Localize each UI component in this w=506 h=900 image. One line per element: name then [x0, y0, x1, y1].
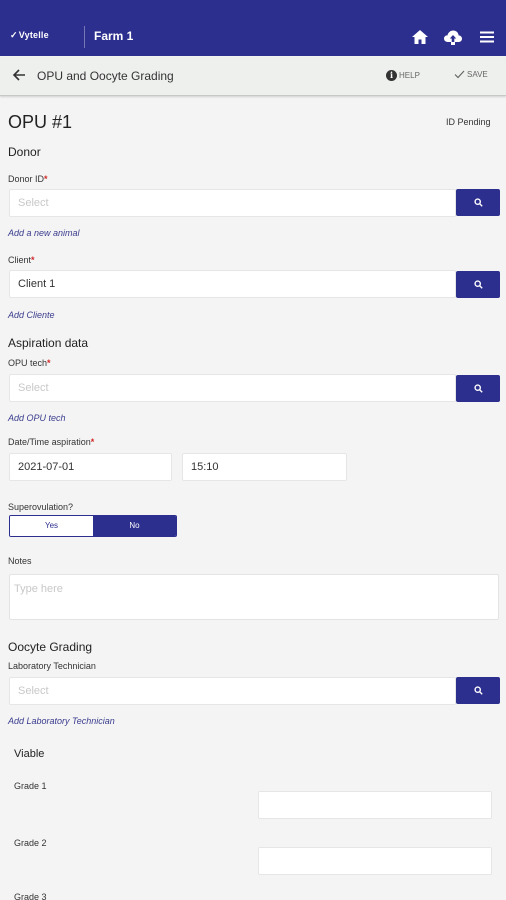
sub-toolbar: OPU and Oocyte Grading i HELP SAVE: [0, 57, 506, 96]
search-icon: [473, 280, 483, 289]
opu-tech-select[interactable]: Select: [9, 374, 456, 402]
app-bar: ✓Vytelle Farm 1: [0, 0, 506, 56]
cloud-upload-icon[interactable]: [442, 28, 464, 46]
client-search-button[interactable]: [456, 271, 500, 298]
lab-tech-label: Laboratory Technician: [8, 661, 96, 671]
add-client-link[interactable]: Add Cliente: [8, 310, 55, 320]
search-icon: [473, 384, 483, 393]
grade-2-input[interactable]: [258, 847, 492, 875]
grade-1-input[interactable]: [258, 791, 492, 819]
save-button[interactable]: SAVE: [454, 70, 488, 79]
donor-search-button[interactable]: [456, 189, 500, 216]
search-icon: [473, 198, 483, 207]
notes-label: Notes: [8, 556, 32, 566]
donor-id-label: Donor ID*: [8, 174, 48, 184]
vytelle-logo-icon: ✓: [10, 30, 18, 40]
viable-label: Viable: [14, 748, 45, 760]
donor-section-title: Donor: [8, 145, 41, 159]
required-mark: *: [31, 255, 35, 265]
donor-id-label-text: Donor ID: [8, 174, 45, 184]
search-icon: [473, 686, 483, 695]
home-icon[interactable]: [409, 28, 431, 46]
menu-icon[interactable]: [476, 28, 498, 46]
required-mark: *: [44, 174, 48, 184]
donor-id-select[interactable]: Select: [9, 189, 456, 217]
page-title: OPU #1: [8, 112, 73, 132]
datetime-label: Date/Time aspiration*: [8, 437, 94, 447]
checkmark-icon: [454, 70, 465, 79]
datetime-label-text: Date/Time aspiration: [8, 437, 91, 447]
opu-tech-label: OPU tech*: [8, 358, 51, 368]
client-label: Client*: [8, 255, 35, 265]
grade-2-label: Grade 2: [14, 838, 47, 848]
grade-3-label: Grade 3: [14, 892, 47, 900]
help-button[interactable]: i HELP: [386, 70, 420, 81]
brand-name: Vytelle: [18, 30, 49, 40]
opu-tech-search-button[interactable]: [456, 375, 500, 402]
time-field[interactable]: 15:10: [182, 453, 347, 481]
screen-title: OPU and Oocyte Grading: [37, 69, 174, 83]
date-field[interactable]: 2021-07-01: [9, 453, 172, 481]
appbar-divider: [84, 26, 85, 48]
superovulation-yes[interactable]: Yes: [10, 516, 93, 536]
lab-tech-select[interactable]: Select: [9, 677, 456, 705]
lab-tech-search-button[interactable]: [456, 677, 500, 704]
add-opu-tech-link[interactable]: Add OPU tech: [8, 413, 66, 423]
required-mark: *: [90, 437, 95, 447]
client-label-text: Client: [8, 255, 32, 265]
info-icon: i: [386, 70, 397, 81]
status-badge: ID Pending: [446, 117, 491, 127]
aspiration-section-title: Aspiration data: [8, 336, 89, 350]
add-animal-link[interactable]: Add a new animal: [8, 228, 80, 238]
back-arrow-icon[interactable]: [12, 68, 26, 86]
farm-name[interactable]: Farm 1: [94, 29, 133, 43]
oocyte-section-title: Oocyte Grading: [8, 640, 93, 654]
opu-tech-label-text: OPU tech: [8, 358, 48, 368]
save-label: SAVE: [467, 70, 488, 79]
superovulation-toggle[interactable]: Yes No: [9, 515, 177, 537]
superovulation-label: Superovulation?: [8, 502, 74, 512]
help-label: HELP: [399, 71, 420, 80]
client-select[interactable]: Client 1: [9, 270, 456, 298]
superovulation-no[interactable]: No: [93, 516, 176, 536]
grade-1-label: Grade 1: [14, 781, 47, 791]
brand-logo: ✓Vytelle: [10, 30, 49, 41]
add-lab-tech-link[interactable]: Add Laboratory Technician: [8, 716, 115, 726]
required-mark: *: [47, 358, 51, 368]
notes-textarea[interactable]: Type here: [9, 574, 499, 620]
